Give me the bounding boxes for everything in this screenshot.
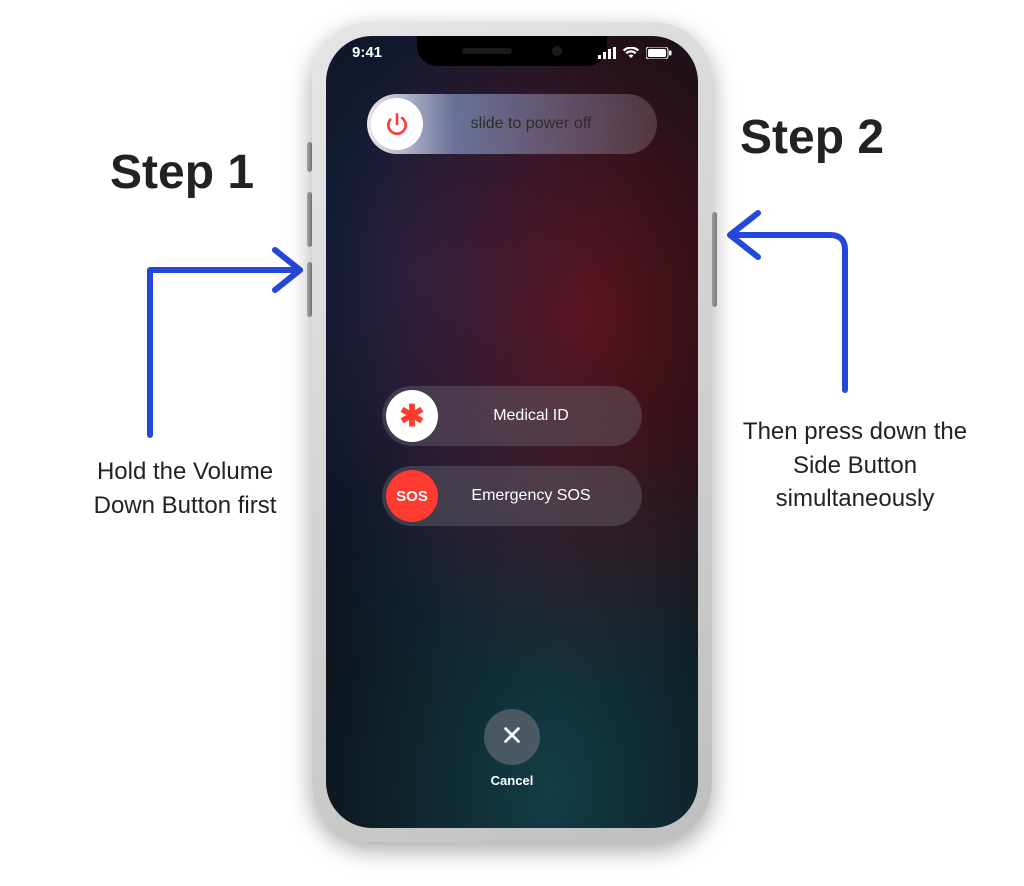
medical-id-label: Medical ID [438, 407, 642, 425]
step2-heading: Step 2 [740, 110, 884, 165]
side-button[interactable] [712, 212, 717, 307]
step1-heading: Step 1 [110, 145, 254, 200]
medical-id-slider[interactable]: ✱ Medical ID [382, 386, 642, 446]
status-bar: 9:41 [326, 44, 698, 61]
close-icon [501, 724, 523, 751]
step1-arrow-icon [130, 215, 330, 450]
step1-instruction: Hold the Volume Down Button first [70, 455, 300, 522]
emergency-sos-slider[interactable]: SOS Emergency SOS [382, 466, 642, 526]
cellular-signal-icon [598, 47, 616, 59]
sos-icon[interactable]: SOS [386, 470, 438, 522]
status-time: 9:41 [352, 44, 382, 61]
cancel-button[interactable] [484, 709, 540, 765]
emergency-sos-label: Emergency SOS [438, 487, 642, 505]
battery-icon [646, 47, 672, 59]
cancel-group: Cancel [484, 709, 540, 788]
power-off-label: slide to power off [423, 115, 657, 133]
step2-instruction: Then press down the Side Button simultan… [740, 415, 970, 516]
power-icon[interactable] [371, 98, 423, 150]
phone-screen: 9:41 slide to power off ✱ [326, 36, 698, 828]
cancel-label: Cancel [491, 773, 534, 788]
iphone-mockup: 9:41 slide to power off ✱ [312, 22, 712, 842]
wifi-icon [622, 47, 640, 59]
medical-asterisk-icon[interactable]: ✱ [386, 390, 438, 442]
step2-arrow-icon [720, 185, 880, 410]
power-off-slider[interactable]: slide to power off [367, 94, 657, 154]
